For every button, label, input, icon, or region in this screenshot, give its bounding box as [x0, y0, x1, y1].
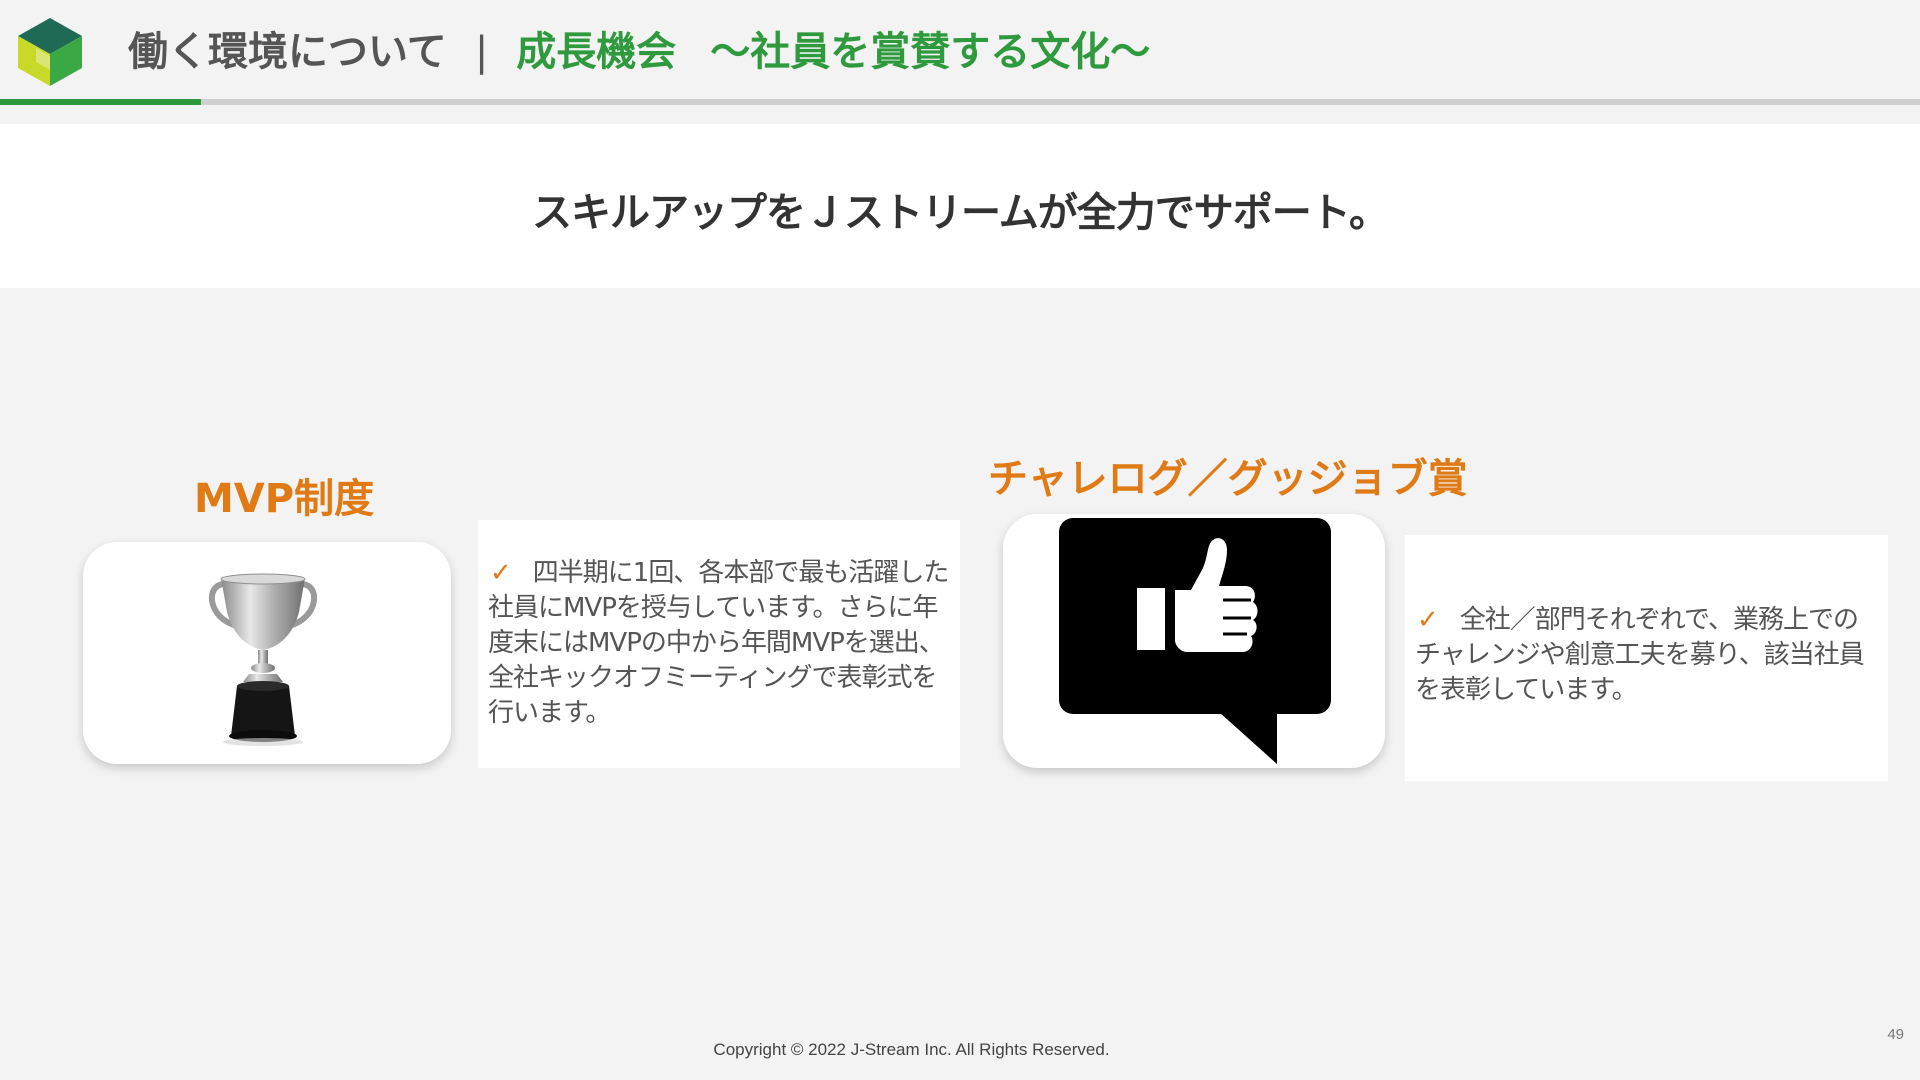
copyright: Copyright © 2022 J-Stream Inc. All Right…	[713, 1040, 1110, 1059]
title-main: 働く環境について	[128, 29, 447, 75]
trophy-icon	[208, 573, 318, 746]
mvp-description: 四半期に1回、各本部で最も活躍した社員にMVPを授与しています。さらに年度末には…	[488, 558, 949, 728]
header: 働く環境について | 成長機会 ～社員を賞賛する文化～	[0, 0, 1920, 100]
title-subtitle: ～社員を賞賛する文化～	[710, 29, 1151, 75]
challenge-description: 全社／部門それぞれで、業務上でのチャレンジや創意工夫を募り、該当社員を表彰してい…	[1415, 605, 1865, 705]
thumbs-up-speech-bubble-icon	[1059, 518, 1331, 764]
thumbs-up-image-card	[1003, 514, 1385, 768]
title-separator: |	[474, 29, 489, 75]
header-divider-accent	[0, 99, 201, 105]
header-divider	[0, 99, 1920, 105]
banner: スキルアップをＪストリームが全力でサポート。	[0, 124, 1920, 288]
cube-logo-icon	[18, 18, 82, 86]
page-number: 49	[1887, 1026, 1904, 1043]
banner-text: スキルアップをＪストリームが全力でサポート。	[532, 190, 1389, 236]
slide: 働く環境について | 成長機会 ～社員を賞賛する文化～ スキルアップをＪストリームが全…	[0, 0, 1920, 1080]
challenge-heading: チャレログ／グッジョブ賞	[988, 456, 1468, 502]
title-category: 成長機会	[516, 29, 677, 75]
page-title: 働く環境について | 成長機会 ～社員を賞賛する文化～	[128, 24, 1150, 80]
challenge-description-box: ✓ 全社／部門それぞれで、業務上でのチャレンジや創意工夫を募り、該当社員を表彰して…	[1405, 535, 1888, 781]
check-icon: ✓	[490, 558, 512, 588]
trophy-image-card	[83, 542, 451, 764]
mvp-description-box: ✓ 四半期に1回、各本部で最も活躍した社員にMVPを授与しています。さらに年度末に…	[478, 520, 960, 768]
mvp-heading: MVP制度	[194, 476, 375, 522]
check-icon: ✓	[1417, 605, 1439, 635]
